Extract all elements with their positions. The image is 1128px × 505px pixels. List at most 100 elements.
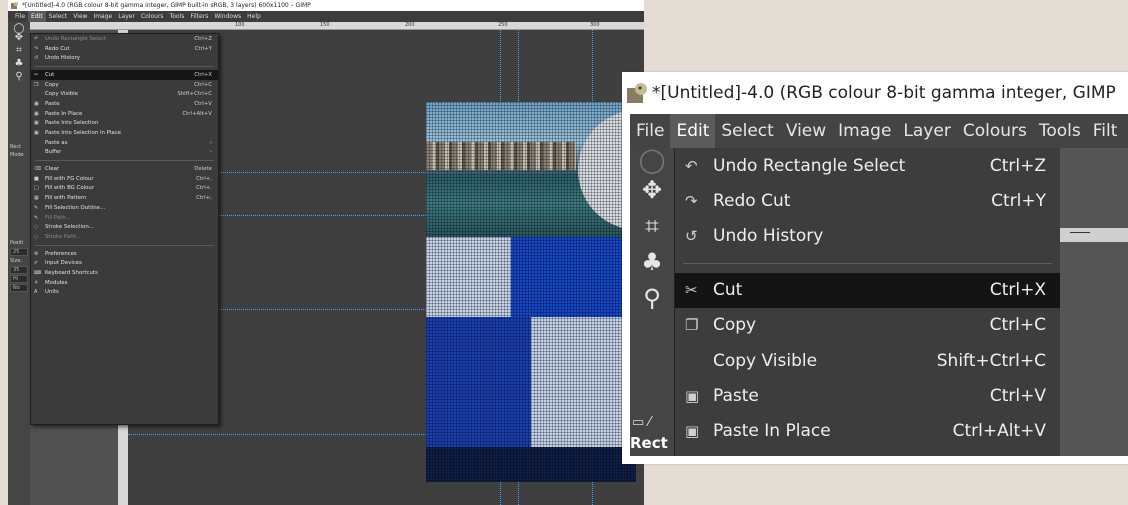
size-field[interactable]: 35 (10, 266, 28, 274)
menu-item-stroke-selection[interactable]: ◌ Stroke Selection... (31, 222, 218, 232)
menu-item-preferences[interactable]: ⚙ Preferences (31, 249, 218, 259)
menu-filters[interactable]: Filters (187, 11, 211, 22)
zoom-tool-icon[interactable]: ⚲ (8, 70, 30, 83)
menu-item-fill-selection-outline[interactable]: ✎ Fill Selection Outline... (31, 203, 218, 213)
horizontal-ruler[interactable]: 100 150 200 250 300 (30, 22, 644, 30)
menu-select[interactable]: Select (715, 114, 779, 148)
move-tool-icon[interactable]: ✥ (8, 31, 30, 44)
zoom-tool-icon[interactable]: ⚲ (630, 280, 674, 316)
preferences-icon: ⚙ (34, 250, 39, 257)
menu-item-undo-history[interactable]: ↺ Undo History (31, 53, 218, 63)
undo-history-icon: ↺ (34, 55, 39, 62)
menu-layer[interactable]: Layer (897, 114, 956, 148)
menu-layer[interactable]: Layer (115, 11, 138, 22)
menu-tools[interactable]: Tools (1033, 114, 1087, 148)
paste-icon: ▣ (34, 120, 39, 127)
title-bar: *[Untitled]-4.0 (RGB colour 8-bit gamma … (8, 0, 644, 11)
menu-bar: File Edit Select View Image Layer Colour… (8, 11, 644, 22)
tool-options-tab-icon[interactable]: ▭ ⁄ (632, 415, 651, 430)
move-tool-icon[interactable]: ✥ (630, 172, 674, 208)
menu-item-redo[interactable]: ↷ Redo Cut Ctrl+Y (675, 183, 1060, 218)
size-label: Size: (10, 258, 22, 264)
menu-item-paste[interactable]: ▣ Paste Ctrl+V (675, 378, 1060, 413)
menu-item-modules[interactable]: ⚘ Modules (31, 278, 218, 288)
menu-item-clear[interactable]: ⌫ Clear Delete (31, 164, 218, 174)
menu-tools[interactable]: Tools (167, 11, 188, 22)
canvas-area-zoomed[interactable] (1060, 148, 1128, 456)
menu-item-paste-in-place[interactable]: ▣ Paste In Place Ctrl+Alt+V (675, 413, 1060, 448)
menu-item-copy-visible[interactable]: Copy Visible Shift+Ctrl+C (31, 89, 218, 99)
fill-bg-icon: □ (34, 185, 39, 192)
menu-colours[interactable]: Colours (957, 114, 1033, 148)
toolbox-top-icon[interactable]: ◯ (630, 148, 674, 172)
copy-icon: ❐ (685, 316, 699, 335)
menu-file[interactable]: File (630, 114, 670, 148)
menu-item-buffer[interactable]: Buffer › (31, 148, 218, 158)
path-icon: ✎ (34, 214, 39, 221)
menu-image[interactable]: Image (832, 114, 897, 148)
menu-filters[interactable]: Filt (1087, 114, 1124, 148)
menu-item-stroke-path[interactable]: ◌ Stroke Path... (31, 232, 218, 242)
tool-options-label: Rect (10, 144, 22, 150)
window-title-zoomed: *[Untitled]-4.0 (RGB colour 8-bit gamma … (652, 83, 1116, 103)
menu-item-copy[interactable]: ❐ Copy Ctrl+C (31, 80, 218, 90)
menu-view[interactable]: View (70, 11, 90, 22)
menu-item-copy-visible[interactable]: Copy Visible Shift+Ctrl+C (675, 343, 1060, 378)
menu-item-units[interactable]: A Units (31, 288, 218, 298)
menu-file[interactable]: File (12, 11, 28, 22)
image-canvas[interactable] (426, 102, 636, 482)
menu-item-fill-fg[interactable]: ■ Fill with FG Colour Ctrl+, (31, 174, 218, 184)
menu-windows[interactable]: Windows (211, 11, 244, 22)
menu-item-paste-as[interactable]: Paste as › (31, 138, 218, 148)
menu-separator (683, 262, 1052, 264)
clear-icon: ⌫ (34, 166, 42, 173)
highlight-field[interactable]: Hi (10, 275, 28, 283)
pattern-icon: ▦ (34, 195, 39, 202)
redo-icon: ↷ (34, 45, 39, 52)
crop-tool-icon[interactable]: ⌗ (630, 208, 674, 244)
menu-item-input-devices[interactable]: ✐ Input Devices (31, 258, 218, 268)
crop-tool-icon[interactable]: ⌗ (8, 44, 30, 57)
menu-item-paste-in-place[interactable]: ▣ Paste In Place Ctrl+Alt+V (31, 109, 218, 119)
menu-item-cut[interactable]: ✂ Cut Ctrl+X (675, 272, 1060, 308)
ruler-tick: 100 (235, 22, 245, 28)
horizontal-ruler[interactable] (1060, 228, 1128, 242)
menu-item-paste[interactable]: ▣ Paste Ctrl+V (31, 99, 218, 109)
menu-edit[interactable]: Edit (28, 11, 46, 22)
menu-help[interactable]: Help (244, 11, 264, 22)
title-bar-zoomed: *[Untitled]-4.0 (RGB colour 8-bit gamma … (622, 72, 1128, 114)
menu-colours[interactable]: Colours (138, 11, 167, 22)
redo-icon: ↷ (685, 191, 698, 210)
menu-edit[interactable]: Edit (670, 114, 716, 148)
menu-item-undo-history[interactable]: ↺ Undo History (675, 218, 1060, 253)
menu-item-keyboard-shortcuts[interactable]: ⌨ Keyboard Shortcuts (31, 268, 218, 278)
gimp-logo-icon (627, 83, 647, 103)
modules-icon: ⚘ (34, 279, 39, 286)
menu-item-copy[interactable]: ❐ Copy Ctrl+C (675, 308, 1060, 343)
menu-item-paste-into-selection-in-place[interactable]: ▣ Paste Into Selection In Place (31, 128, 218, 138)
clone-tool-icon[interactable]: ♣ (630, 244, 674, 280)
guides-field[interactable]: No (10, 284, 28, 292)
menu-item-fill-path[interactable]: ✎ Fill Path... (31, 213, 218, 223)
menu-image[interactable]: Image (90, 11, 115, 22)
fill-fg-icon: ■ (34, 175, 39, 182)
keyboard-icon: ⌨ (34, 269, 42, 276)
menu-select[interactable]: Select (46, 11, 71, 22)
toolbox: ◯ ✥ ⌗ ♣ ⚲ Rect Mode Positi 25 Size: 35 H… (8, 22, 30, 505)
gimp-logo-icon (11, 2, 18, 9)
menu-item-paste-into-selection[interactable]: ▣ Paste Into Selection (31, 119, 218, 129)
paste-icon: ▣ (685, 386, 700, 405)
position-field[interactable]: 25 (10, 248, 28, 256)
toolbox-top-icon[interactable]: ◯ (8, 22, 30, 34)
gimp-window-zoomed: *[Untitled]-4.0 (RGB colour 8-bit gamma … (622, 72, 1128, 464)
clone-tool-icon[interactable]: ♣ (8, 57, 30, 70)
menu-item-fill-bg[interactable]: □ Fill with BG Colour Ctrl+. (31, 184, 218, 194)
menu-item-cut[interactable]: ✂ Cut Ctrl+X (31, 70, 218, 80)
menu-bar-zoomed: File Edit Select View Image Layer Colour… (630, 114, 1128, 148)
menu-item-redo[interactable]: ↷ Redo Cut Ctrl+Y (31, 44, 218, 54)
menu-item-fill-pattern[interactable]: ▦ Fill with Pattern Ctrl+; (31, 193, 218, 203)
ruler-tick: 200 (405, 22, 415, 28)
menu-item-undo[interactable]: ↶ Undo Rectangle Select Ctrl+Z (675, 148, 1060, 183)
menu-view[interactable]: View (780, 114, 832, 148)
menu-item-undo[interactable]: ↶ Undo Rectangle Select Ctrl+Z (31, 34, 218, 44)
